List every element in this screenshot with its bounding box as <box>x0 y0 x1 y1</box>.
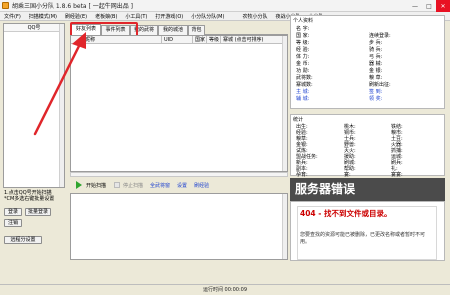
profile-country: 国 家: <box>296 33 310 39</box>
account-list[interactable]: QQ号 <box>3 23 65 188</box>
profile-name: 名 字: <box>296 26 310 32</box>
check-all-link[interactable]: 全武将窗 <box>150 182 170 189</box>
log-scrollbar[interactable] <box>282 194 287 259</box>
stats-item: 孕育: <box>296 172 308 178</box>
account-list-header: QQ号 <box>4 24 64 32</box>
play-icon[interactable] <box>76 181 82 189</box>
stats-item: 宴宴: <box>391 172 403 178</box>
profile-gold: 金 币: <box>296 61 310 67</box>
close-button[interactable]: ✕ <box>436 0 450 12</box>
left-help: 1.点击QQ号开始扫描 *CM多选右键批量设置 <box>4 190 70 202</box>
grid-header: 昵称 UID 国家 等级 寨城 (点击可排序) <box>71 36 287 44</box>
menu-file[interactable]: 文件(F) <box>4 13 21 20</box>
logout-button[interactable]: 注销 <box>4 219 22 227</box>
profile-exp: 经 验: <box>296 47 310 53</box>
profile-archers: 弓 兵: <box>369 54 383 60</box>
profile-generals: 武将数: <box>296 75 313 81</box>
profile-machines: 器 械: <box>369 61 383 67</box>
menu-open-game[interactable]: 打开游戏(O) <box>155 13 183 20</box>
maximize-button[interactable]: □ <box>422 0 436 12</box>
app-icon <box>2 2 9 9</box>
log-pane[interactable] <box>70 193 288 260</box>
profile-stamina: 体 力: <box>296 54 310 60</box>
profile-title: 个人资料 <box>293 18 314 24</box>
profile-silver: 金 银: <box>369 68 383 74</box>
help-line-2: *CM多选右键批量设置 <box>4 196 55 202</box>
status-bar: 运行时间 00:00:09 <box>0 284 450 294</box>
friend-grid[interactable]: 昵称 UID 国家 等级 寨城 (点击可排序) <box>70 35 288 172</box>
error-page: 404 - 找不到文件或目录。 您要查找的资源可能已被删除，已更改名称或者暂时不… <box>290 201 445 261</box>
profile-merit: 功 勋: <box>296 68 310 74</box>
minimize-button[interactable]: — <box>408 0 422 12</box>
server-error-banner: 服务器错误 <box>290 178 445 201</box>
profile-grain: 粮 草: <box>369 75 383 81</box>
menu-boss[interactable]: 老板娘(B) <box>95 13 117 20</box>
window-controls: — □ ✕ <box>408 0 450 12</box>
grid-scrollbar[interactable] <box>282 36 287 171</box>
window-title: 胡乘三国小分队 1.8.6 beta [ 一起牛网出品 ] <box>12 3 134 10</box>
start-scan-button[interactable]: 开始扫描 <box>86 182 106 189</box>
menu-farm-team[interactable]: 农牧小分队 <box>242 13 267 20</box>
sub-city-link[interactable]: 辅 城: <box>296 95 309 102</box>
team-settings-button[interactable]: 远程分设置 <box>4 236 42 244</box>
menu-exp[interactable]: 刷经验(E) <box>65 13 87 20</box>
grid-col-nickname[interactable]: 昵称 <box>83 36 162 44</box>
stop-scan-button[interactable]: 停止扫描 <box>123 182 143 189</box>
tab-bag[interactable]: 背包 <box>188 25 205 35</box>
profile-refresh: 刷新出征: <box>369 82 391 88</box>
stop-icon <box>114 182 121 188</box>
login-button[interactable]: 登录 <box>4 208 22 216</box>
main-city-link[interactable]: 主 城: <box>296 88 309 95</box>
account-list-scrollbar[interactable] <box>59 24 64 187</box>
scan-controls: 开始扫描 停止扫描 全武将窗 设置 刷经验 <box>70 179 288 191</box>
error-code: 404 - 找不到文件或目录。 <box>300 209 392 218</box>
stats-panel: 统计 出生: 经验: 粮草: 金银: 试炼: 盟战任务: 新兵: 副本: 孕育:… <box>290 114 445 178</box>
profile-panel: 个人资料 名 字: 国 家: 等 级: 经 验: 体 力: 金 币: 功 勋: … <box>290 15 445 109</box>
tab-cities[interactable]: 我的城池 <box>158 25 188 35</box>
batch-login-button[interactable]: 批量登录 <box>25 208 51 216</box>
menu-tools[interactable]: 小工具(T) <box>125 13 147 20</box>
grid-hscrollbar[interactable] <box>70 172 288 177</box>
refresh-exp-link[interactable]: 刷经验 <box>194 182 209 189</box>
grid-col-country[interactable]: 国家 <box>193 36 207 44</box>
settings-link[interactable]: 设置 <box>177 182 187 189</box>
profile-cities: 寨城数: <box>296 82 313 88</box>
stats-title: 统计 <box>293 117 304 123</box>
profile-level: 等 级: <box>296 40 310 46</box>
claim-reward-link[interactable]: 领 奖: <box>369 95 382 102</box>
sign-in-link[interactable]: 签 到: <box>369 88 382 95</box>
menu-team[interactable]: 小分队分队(M) <box>191 13 224 20</box>
grid-col-city[interactable]: 寨城 (点击可排序) <box>221 36 281 44</box>
title-bar: 胡乘三国小分队 1.8.6 beta [ 一起牛网出品 ] — □ ✕ <box>0 0 450 12</box>
profile-cavalry: 骑 兵: <box>369 47 383 53</box>
menu-scan-mode[interactable]: 扫描模式(M) <box>29 13 57 20</box>
grid-col-check[interactable] <box>71 36 83 44</box>
profile-login-streak: 连续登录: <box>369 33 391 39</box>
error-message: 您要查找的资源可能已被删除，已更改名称或者暂时不可用。 <box>300 232 426 245</box>
profile-infantry: 步 兵: <box>369 40 383 46</box>
grid-col-uid[interactable]: UID <box>162 36 193 44</box>
stats-item: 宴: <box>344 172 351 178</box>
grid-col-level[interactable]: 等级 <box>207 36 221 44</box>
